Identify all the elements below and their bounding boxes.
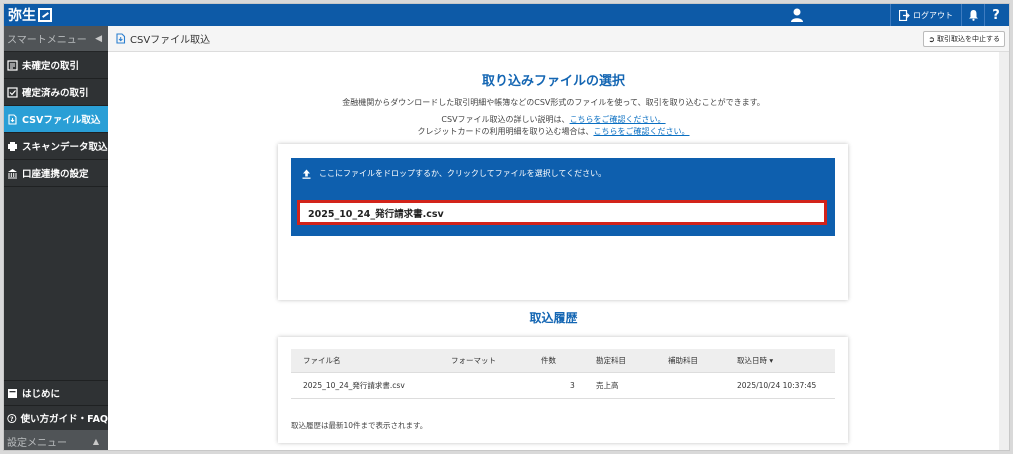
sidebar-item-pending[interactable]: 未確定の取引 [4,52,108,79]
sidebar-item-csv-import[interactable]: CSVファイル取込 [4,106,108,133]
file-select-card: ここにファイルをドロップするか、クリックしてファイルを選択してください。 202… [278,144,848,300]
logo-mark-icon [38,8,52,22]
notification-bell-icon[interactable] [962,4,984,26]
col-file: ファイル名 [303,356,341,365]
row-file: 2025_10_24_発行請求書.csv [303,381,405,390]
settings-menu-label: 設定メニュー [7,437,67,449]
description-line: 金融機関からダウンロードした取引明細や帳簿などのCSV形式のファイルを使って、取… [342,98,765,107]
col-format: フォーマット [451,356,496,365]
section-title: 取り込みファイルの選択 [481,74,625,89]
sidebar-item-bank-link[interactable]: 口座連携の設定 [4,160,108,187]
cancel-import-label: 取引取込を中止する [937,35,1000,43]
book-icon [8,388,17,398]
help-button[interactable]: ? [985,4,1007,26]
table-header: ファイル名 フォーマット 件数 勘定科目 補助科目 取込日時 ▾ [291,349,835,373]
smart-menu-label: スマートメニュー [7,35,87,46]
confirmed-icon [7,86,18,98]
brand-name: 弥生 [8,8,36,24]
svg-text:?: ? [10,415,14,422]
top-bar: 弥生 ログアウト ? [4,4,1009,26]
col-count: 件数 [541,356,556,365]
sidebar-item-label: 使い方ガイド・FAQ [20,414,108,425]
table-row: 2025_10_24_発行請求書.csv 3 売上高 2025/10/24 10… [291,373,835,399]
logout-icon [899,9,910,21]
credit-card-help-link[interactable]: こちらをご確認ください。 [594,127,690,136]
history-note: 取込履歴は最新10件まで表示されます。 [291,421,428,430]
sidebar-item-label: 口座連携の設定 [22,169,89,180]
col-date-sort[interactable]: 取込日時 ▾ [737,349,773,372]
main-content: 取り込みファイルの選択 金融機関からダウンロードした取引明細や帳簿などのCSV形… [108,52,999,450]
col-subaccount: 補助科目 [668,356,698,365]
help-circle-icon: ? [7,413,17,423]
row-date: 2025/10/24 10:37:45 [737,381,817,390]
history-table: ファイル名 フォーマット 件数 勘定科目 補助科目 取込日時 ▾ 2025_10… [291,349,835,399]
history-title: 取込履歴 [529,311,578,325]
user-icon[interactable] [790,7,804,23]
sidebar-item-confirmed[interactable]: 確定済みの取引 [4,79,108,106]
row-count: 3 [570,381,575,390]
sidebar-item-label: 確定済みの取引 [22,88,89,99]
description-line: CSVファイル取込の詳しい説明は、こちらをご確認ください。 [441,115,666,124]
csv-help-link[interactable]: こちらをご確認ください。 [570,115,666,124]
description-line: クレジットカードの利用明細を取り込む場合は、こちらをご確認ください。 [417,127,690,136]
col-account: 勘定科目 [596,356,626,365]
selected-file-field[interactable]: 2025_10_24_発行請求書.csv [297,200,827,225]
cancel-import-button[interactable]: ➲ 取引取込を中止する [923,31,1005,47]
sidebar-item-guide-faq[interactable]: ? 使い方ガイド・FAQ [4,405,108,430]
settings-menu-toggle[interactable]: 設定メニュー ▲ [4,430,108,450]
sidebar-item-label: はじめに [22,389,61,400]
logout-label: ログアウト [913,10,953,20]
sidebar-item-getting-started[interactable]: はじめに [4,380,108,405]
history-card: ファイル名 フォーマット 件数 勘定科目 補助科目 取込日時 ▾ 2025_10… [278,337,848,443]
pending-icon [7,59,18,71]
csv-file-icon [116,33,126,44]
sidebar-item-scan-import[interactable]: スキャンデータ取込 [4,133,108,160]
file-dropzone[interactable]: ここにファイルをドロップするか、クリックしてファイルを選択してください。 202… [291,158,835,236]
sidebar-item-label: 未確定の取引 [22,61,80,72]
exit-arrow-icon: ➲ [928,34,935,44]
scan-icon [8,141,17,151]
sidebar-item-label: CSVファイル取込 [22,115,101,126]
collapse-sidebar-icon[interactable]: ◀ [95,34,102,44]
sidebar: スマートメニュー ◀ 未確定の取引 確定済みの取引 CSVファイル取込 スキャン… [4,26,108,450]
row-account: 売上高 [596,381,619,390]
logout-button[interactable]: ログアウト [891,9,961,21]
breadcrumb: CSVファイル取込 ➲ 取引取込を中止する [108,26,1009,52]
sidebar-item-label: スキャンデータ取込 [22,142,108,153]
smart-menu-header: スマートメニュー ◀ [4,26,108,52]
csv-file-icon [8,113,17,125]
chevron-up-icon: ▲ [92,436,99,446]
yayoi-logo[interactable]: 弥生 [8,5,52,25]
bank-icon [8,168,17,178]
main-area: 取り込みファイルの選択 金融機関からダウンロードした取引明細や帳簿などのCSV形… [108,52,1009,450]
upload-icon [302,169,311,179]
dropzone-instruction: ここにファイルをドロップするか、クリックしてファイルを選択してください。 [319,169,607,178]
help-icon: ? [992,7,1000,23]
page-title: CSVファイル取込 [130,35,211,46]
app-window: 弥生 ログアウト ? スマートメニュー ◀ 未確定の取引 確定済みの取引 CSV… [3,3,1010,451]
